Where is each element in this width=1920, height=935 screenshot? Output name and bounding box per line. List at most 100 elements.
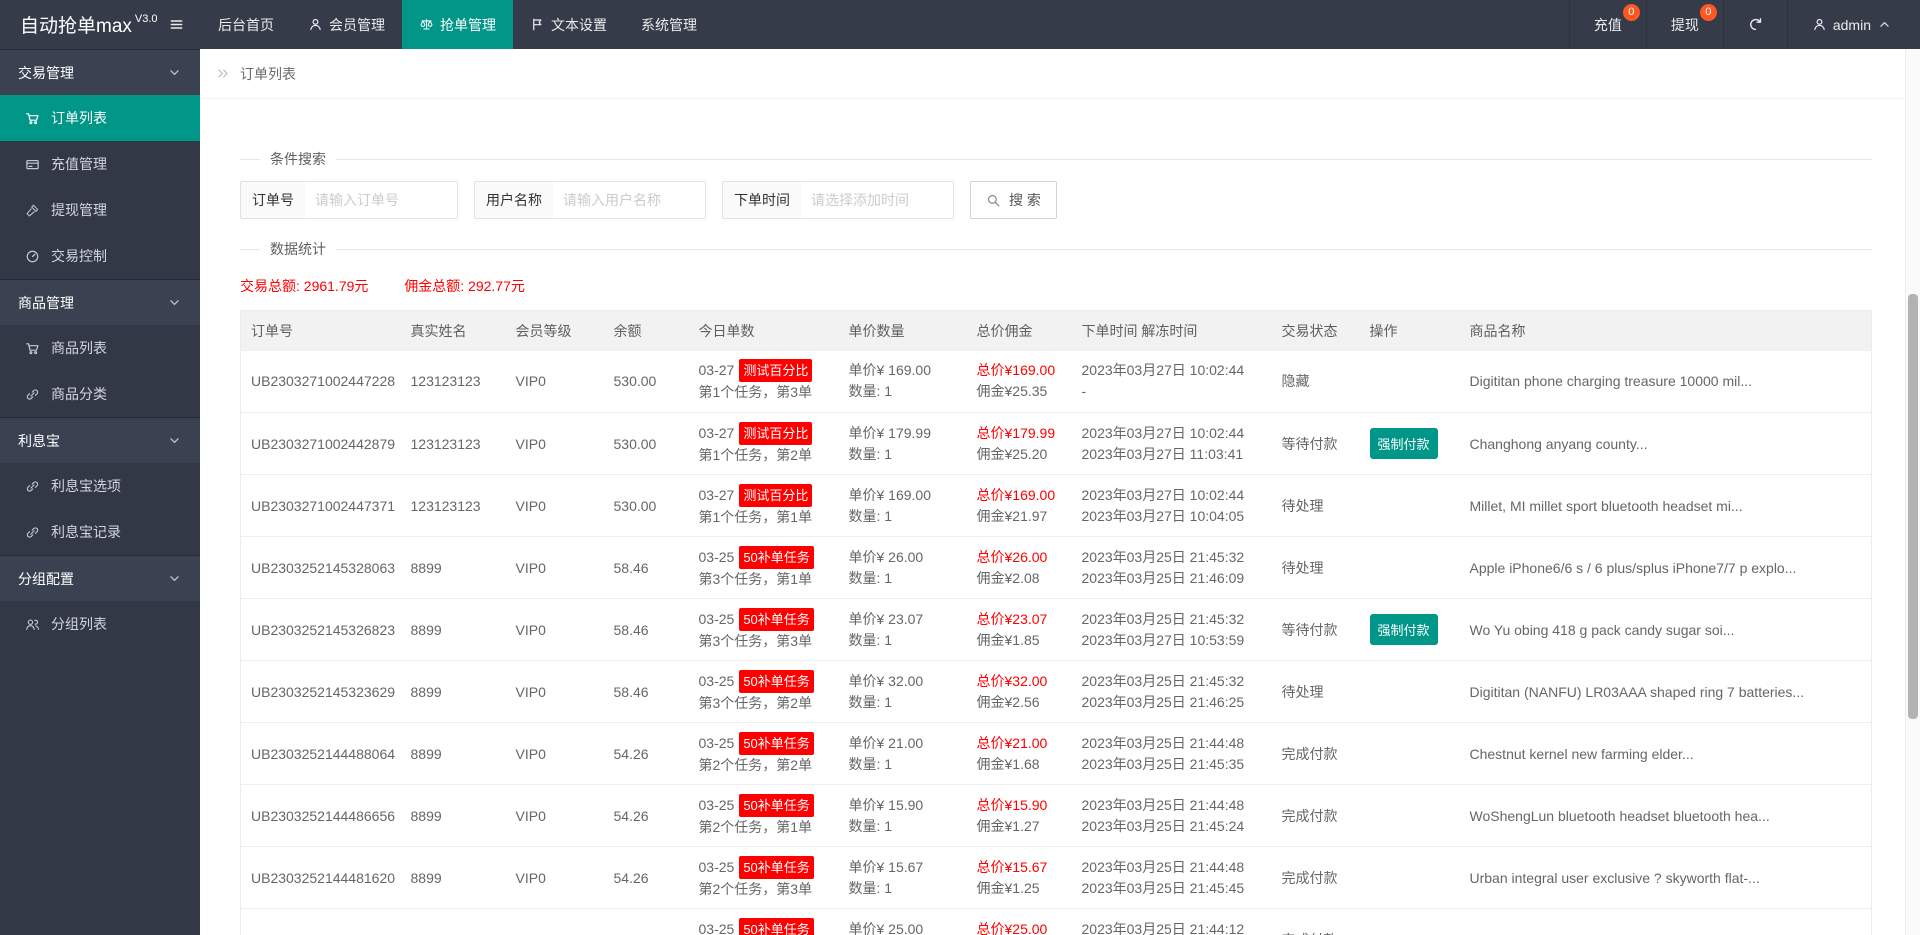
unfreeze-time: 2023年03月25日 21:46:25 <box>1082 692 1262 713</box>
task-text: 第3个任务，第1单 <box>699 569 829 590</box>
chevron-up-icon <box>1877 17 1892 32</box>
menu-icon <box>169 17 184 32</box>
quantity: 数量: 1 <box>849 754 957 775</box>
table-row: UB23032521441277968899VIP050.2603-2550补单… <box>241 909 1872 935</box>
task-date: 03-25 <box>699 735 735 751</box>
force-pay-button[interactable]: 强制付款 <box>1370 614 1438 645</box>
time-cell: 2023年03月25日 21:44:482023年03月25日 21:45:24 <box>1072 785 1272 847</box>
task-badge: 50补单任务 <box>739 918 813 935</box>
topnav-item-1[interactable]: 后台首页 <box>201 0 291 49</box>
username-input[interactable] <box>553 182 705 218</box>
order-no-input-label: 订单号 <box>241 182 305 218</box>
vertical-scrollbar[interactable] <box>1905 49 1920 935</box>
chevron-down-icon <box>167 571 182 586</box>
stats-line: 交易总额: 2961.79元 佣金总额: 292.77元 <box>240 276 1872 296</box>
vip-level-cell: VIP0 <box>506 413 604 475</box>
status-cell: 等待付款 <box>1272 413 1360 475</box>
link-icon <box>25 387 40 402</box>
time-cell: 2023年03月25日 21:45:322023年03月27日 10:53:59 <box>1072 599 1272 661</box>
recharge-button[interactable]: 充值 0 <box>1569 0 1646 49</box>
sidebar-item-利息宝选项[interactable]: 利息宝选项 <box>0 463 200 509</box>
sidebar-item-利息宝记录[interactable]: 利息宝记录 <box>0 509 200 555</box>
refresh-button[interactable] <box>1723 0 1787 49</box>
sidebar-group-label: 交易管理 <box>18 63 74 83</box>
action-cell <box>1360 785 1460 847</box>
chevron-down-icon <box>167 433 182 448</box>
price-qty-cell: 单价¥ 23.07数量: 1 <box>839 599 967 661</box>
sidebar-item-商品分类[interactable]: 商品分类 <box>0 371 200 417</box>
order-time-input[interactable] <box>801 182 953 218</box>
sidebar-item-订单列表[interactable]: 订单列表 <box>0 95 200 141</box>
action-cell <box>1360 351 1460 413</box>
task-date: 03-27 <box>699 362 735 378</box>
withdraw-button[interactable]: 提现 0 <box>1646 0 1723 49</box>
price-qty-cell: 单价¥ 15.90数量: 1 <box>839 785 967 847</box>
table-row: UB23032521453268238899VIP058.4603-2550补单… <box>241 599 1872 661</box>
order-no-cell: UB2303271002447371 <box>241 475 401 537</box>
total-comm-cell: 总价¥32.00佣金¥2.56 <box>967 661 1072 723</box>
topnav-item-label: 抢单管理 <box>440 15 496 35</box>
order-time: 2023年03月27日 10:02:44 <box>1082 485 1262 506</box>
order-time: 2023年03月27日 10:02:44 <box>1082 423 1262 444</box>
app-logo: 自动抢单max V3.0 <box>0 0 152 49</box>
today-count-cell: 03-27测试百分比第1个任务，第2单 <box>689 413 839 475</box>
product-cell: Changhong anyang county... <box>1460 413 1872 475</box>
total-comm-cell: 总价¥26.00佣金¥2.08 <box>967 537 1072 599</box>
force-pay-button[interactable]: 强制付款 <box>1370 428 1438 459</box>
scrollbar-thumb[interactable] <box>1908 294 1918 719</box>
unit-price: 单价¥ 15.90 <box>849 795 957 816</box>
order-time-input-label: 下单时间 <box>723 182 801 218</box>
topnav-item-2[interactable]: 会员管理 <box>291 0 402 49</box>
topnav-item-3[interactable]: 抢单管理 <box>402 0 513 49</box>
sidebar-toggle-button[interactable] <box>152 0 201 49</box>
sidebar-group-1[interactable]: 交易管理 <box>0 49 200 95</box>
quantity: 数量: 1 <box>849 630 957 651</box>
top-bar: 自动抢单max V3.0 后台首页会员管理 抢单管理 文本设置系统管理 充值 0 提… <box>0 0 1920 49</box>
username: admin <box>1833 17 1871 33</box>
sidebar-item-分组列表[interactable]: 分组列表 <box>0 601 200 647</box>
unit-price: 单价¥ 25.00 <box>849 919 957 935</box>
unit-price: 单价¥ 169.00 <box>849 360 957 381</box>
sidebar-item-交易控制[interactable]: 交易控制 <box>0 233 200 279</box>
task-badge: 50补单任务 <box>739 732 813 755</box>
balance-cell: 54.26 <box>604 723 689 785</box>
order-no-input-group: 订单号 <box>240 181 458 219</box>
sidebar-group-2[interactable]: 商品管理 <box>0 279 200 325</box>
total-price: 总价¥21.00 <box>977 733 1062 754</box>
unfreeze-time: 2023年03月25日 21:45:35 <box>1082 754 1262 775</box>
total-comm-cell: 总价¥15.67佣金¥1.25 <box>967 847 1072 909</box>
topnav-item-label: 文本设置 <box>551 15 607 35</box>
status-cell: 完成付款 <box>1272 785 1360 847</box>
sidebar-item-商品列表[interactable]: 商品列表 <box>0 325 200 371</box>
real-name-cell: 8899 <box>401 537 506 599</box>
real-name-cell: 8899 <box>401 661 506 723</box>
col-balance: 余额 <box>604 311 689 351</box>
sidebar-item-提现管理[interactable]: 提现管理 <box>0 187 200 233</box>
action-cell <box>1360 909 1460 935</box>
product-cell: Digititan (NANFU) LR03AAA shaped ring 7 … <box>1460 661 1872 723</box>
total-price: 总价¥179.99 <box>977 423 1062 444</box>
status-cell: 隐藏 <box>1272 351 1360 413</box>
topnav-item-4[interactable]: 文本设置 <box>513 0 624 49</box>
time-cell: 2023年03月25日 21:44:482023年03月25日 21:45:45 <box>1072 847 1272 909</box>
sidebar-group-4[interactable]: 分组配置 <box>0 555 200 601</box>
commission: 佣金¥25.35 <box>977 381 1062 402</box>
order-no-input[interactable] <box>305 182 457 218</box>
scales-icon <box>419 17 434 32</box>
task-text: 第1个任务，第3单 <box>699 382 829 403</box>
user-menu[interactable]: admin <box>1787 0 1920 49</box>
task-date: 03-25 <box>699 859 735 875</box>
col-times: 下单时间 解冻时间 <box>1072 311 1272 351</box>
order-time: 2023年03月25日 21:44:48 <box>1082 795 1262 816</box>
username-input-label: 用户名称 <box>475 182 553 218</box>
product-cell: Wo Yu obing 418 g pack candy sugar soi..… <box>1460 599 1872 661</box>
sidebar-group-3[interactable]: 利息宝 <box>0 417 200 463</box>
task-date: 03-27 <box>699 487 735 503</box>
topnav-item-5[interactable]: 系统管理 <box>624 0 714 49</box>
time-cell: 2023年03月25日 21:44:482023年03月25日 21:45:35 <box>1072 723 1272 785</box>
search-button[interactable]: 搜 索 <box>970 181 1057 219</box>
real-name-cell: 8899 <box>401 785 506 847</box>
task-text: 第2个任务，第2单 <box>699 755 829 776</box>
sidebar-item-充值管理[interactable]: 充值管理 <box>0 141 200 187</box>
today-count-cell: 03-27测试百分比第1个任务，第3单 <box>689 351 839 413</box>
